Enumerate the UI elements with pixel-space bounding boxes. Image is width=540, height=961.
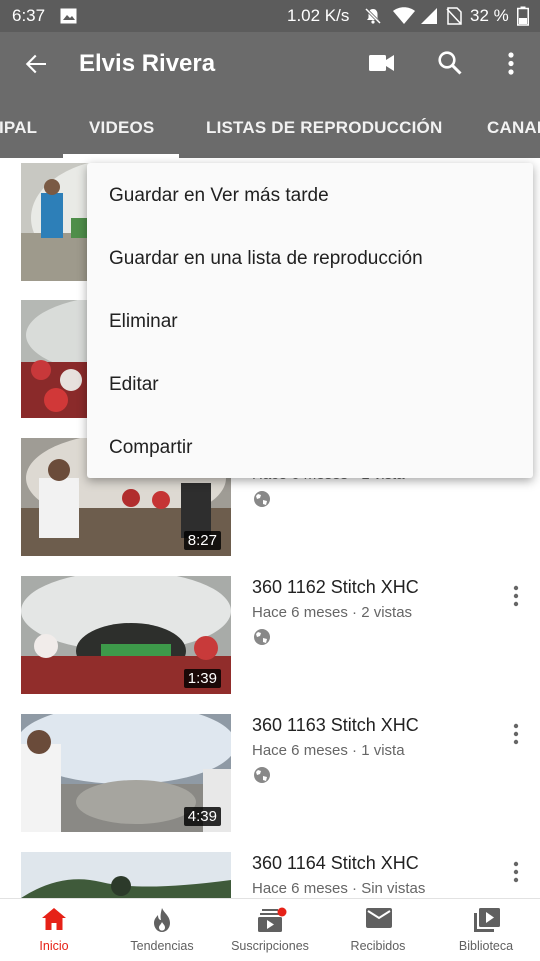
mail-icon (366, 908, 392, 928)
home-icon (42, 908, 66, 930)
public-globe-icon (254, 767, 270, 783)
nav-label: Inicio (39, 939, 69, 953)
bottom-navigation: Inicio Tendencias Suscripciones Recibido… (0, 898, 540, 960)
notification-badge (277, 907, 287, 917)
subscriptions-icon (258, 907, 287, 932)
nav-subscriptions[interactable]: Suscripciones (216, 899, 324, 961)
video-meta: Hace 6 meses · Sin vistas (252, 880, 426, 897)
search-icon[interactable] (437, 50, 463, 76)
tab-channels[interactable]: CANAL (487, 118, 540, 138)
more-vert-icon[interactable] (505, 52, 517, 78)
video-duration: 4:39 (183, 807, 221, 826)
video-camera-icon[interactable] (369, 52, 395, 74)
nav-library[interactable]: Biblioteca (432, 899, 540, 961)
wifi-icon (393, 7, 415, 24)
public-globe-icon (254, 629, 270, 645)
video-title[interactable]: 360 1164 Stitch XHC (252, 853, 419, 874)
battery-icon (517, 6, 529, 26)
nav-label: Biblioteca (458, 939, 514, 953)
nav-label: Suscripciones (231, 939, 309, 953)
clock: 6:37 (12, 6, 46, 25)
menu-item-delete[interactable]: Eliminar (109, 311, 178, 333)
public-globe-icon (254, 491, 270, 507)
back-arrow-icon[interactable] (24, 52, 48, 76)
mute-icon (364, 7, 382, 25)
network-speed: 1.02 K/s (287, 6, 350, 25)
tab-principal[interactable]: IPAL (0, 118, 37, 138)
nav-inbox[interactable]: Recibidos (324, 899, 432, 961)
nav-trending[interactable]: Tendencias (108, 899, 216, 961)
video-thumbnail[interactable]: 1:39 (21, 576, 231, 694)
video-thumbnail[interactable]: 4:39 (21, 714, 231, 832)
video-duration: 1:39 (183, 669, 221, 688)
video-options-menu: Guardar en Ver más tarde Guardar en una … (87, 163, 533, 478)
no-sim-icon (446, 7, 462, 25)
video-options-icon[interactable] (506, 860, 526, 884)
nav-home[interactable]: Inicio (0, 899, 108, 961)
video-thumbnail[interactable] (21, 852, 231, 898)
battery-percent: 32 % (470, 6, 509, 25)
menu-item-share[interactable]: Compartir (109, 437, 192, 459)
signal-icon (421, 8, 437, 24)
tab-videos[interactable]: VIDEOS (89, 118, 154, 138)
video-duration: 8:27 (183, 531, 221, 550)
image-icon (60, 8, 77, 24)
app-bar: Elvis Rivera (0, 32, 540, 96)
nav-label: Recibidos (350, 939, 406, 953)
flame-icon (154, 908, 170, 932)
video-meta: Hace 6 meses · 1 vista (252, 742, 405, 759)
video-meta: Hace 6 meses · 2 vistas (252, 604, 413, 621)
video-title[interactable]: 360 1162 Stitch XHC (252, 577, 419, 598)
video-options-icon[interactable] (506, 584, 526, 608)
menu-item-edit[interactable]: Editar (109, 374, 159, 396)
page-title: Elvis Rivera (79, 50, 216, 77)
video-title[interactable]: 360 1163 Stitch XHC (252, 715, 419, 736)
menu-item-watch-later[interactable]: Guardar en Ver más tarde (109, 185, 329, 207)
menu-item-save-to-playlist[interactable]: Guardar en una lista de reproducción (109, 248, 423, 270)
tab-playlists[interactable]: LISTAS DE REPRODUCCIÓN (206, 118, 442, 138)
nav-label: Tendencias (130, 939, 194, 953)
channel-tabs: IPAL VIDEOS LISTAS DE REPRODUCCIÓN CANAL (0, 96, 540, 158)
library-icon (474, 908, 500, 932)
status-bar: 6:37 1.02 K/s 32 % (0, 0, 540, 32)
video-options-icon[interactable] (506, 722, 526, 746)
